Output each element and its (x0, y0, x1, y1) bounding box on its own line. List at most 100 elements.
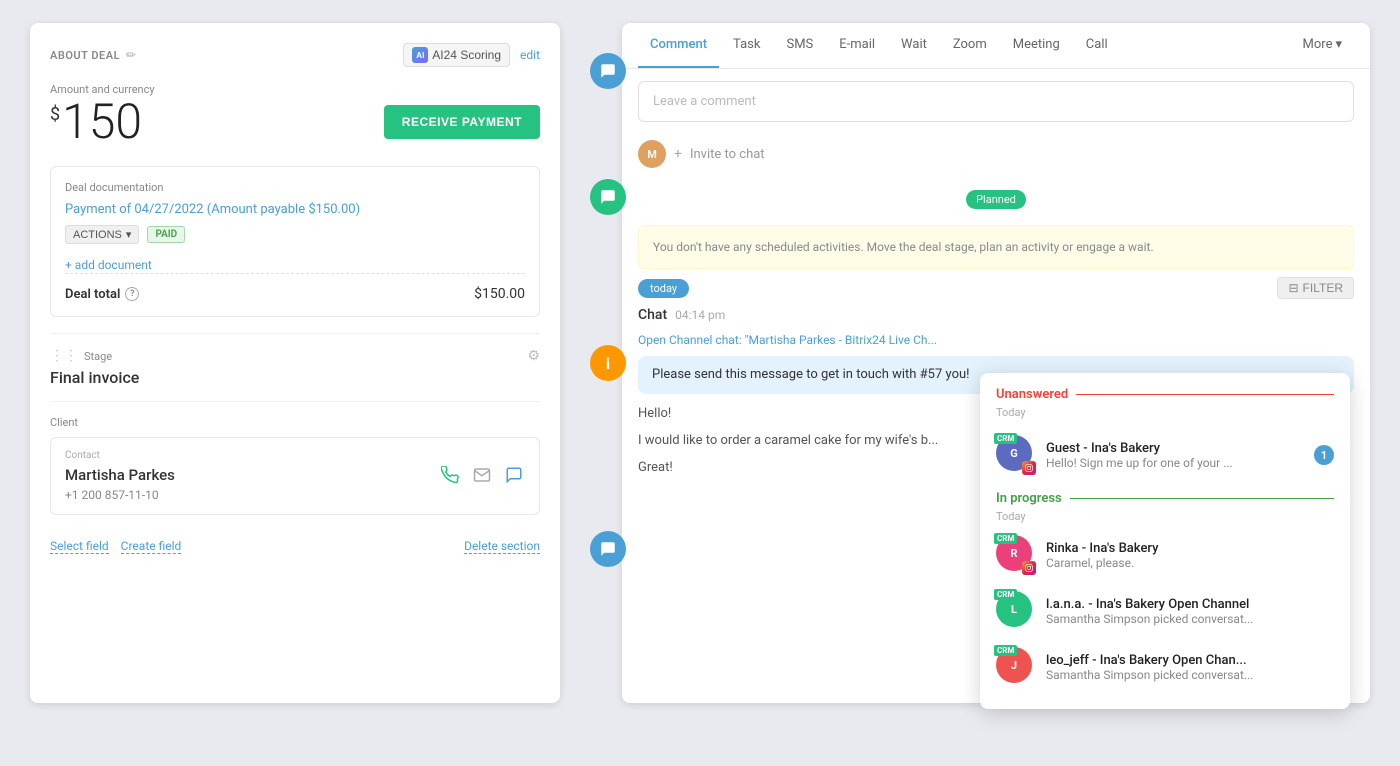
filter-icon: ⊟ (1288, 281, 1298, 295)
chat-list-preview: Hello! Sign me up for one of your ... (1046, 456, 1304, 470)
tab-more[interactable]: More ▾ (1291, 23, 1354, 68)
today-badge: today (638, 279, 689, 298)
amount-value: $ 150 (50, 98, 142, 146)
contact-row: Martisha Parkes (65, 464, 525, 486)
tab-call[interactable]: Call (1074, 23, 1120, 68)
bottom-actions: Select field Create field Delete section (50, 529, 540, 554)
ai-scoring-button[interactable]: AI AI24 Scoring (403, 43, 510, 67)
contact-card: Contact Martisha Parkes (50, 437, 540, 515)
actions-label: ACTIONS (73, 229, 122, 241)
comment-box[interactable]: Leave a comment (638, 81, 1354, 122)
chat-list-name: leo_jeff - Ina's Bakery Open Chan... (1046, 653, 1334, 668)
unanswered-divider (1076, 394, 1334, 395)
planned-badge: Planned (966, 190, 1026, 209)
chat-time: 04:14 pm (675, 308, 725, 322)
timeline-circle-chat-3 (590, 531, 626, 567)
stage-value: Final invoice (50, 368, 540, 387)
open-channel-link[interactable]: Open Channel chat: "Martisha Parkes - Bi… (638, 333, 937, 347)
contact-name: Martisha Parkes (65, 466, 175, 484)
list-item[interactable]: R CRM Rinka - Ina's Bakery Caramel, plea… (980, 527, 1350, 583)
actions-button[interactable]: ACTIONS ▾ (65, 225, 139, 244)
chat-list-content: Guest - Ina's Bakery Hello! Sign me up f… (1046, 441, 1304, 470)
chevron-down-icon: ▾ (126, 228, 132, 241)
filter-label: FILTER (1303, 281, 1343, 295)
mail-icon[interactable] (471, 464, 493, 486)
info-text: You don't have any scheduled activities.… (653, 240, 1154, 254)
payment-link[interactable]: Payment of 04/27/2022 (Amount payable $1… (65, 202, 525, 217)
contact-icons (439, 464, 525, 486)
create-field-link[interactable]: Create field (121, 539, 182, 554)
tab-task[interactable]: Task (721, 23, 772, 68)
amount-number: 150 (62, 98, 142, 146)
filter-button[interactable]: ⊟ FILTER (1277, 277, 1354, 299)
client-section: Client Contact Martisha Parkes (50, 401, 540, 515)
timeline-circle-chat-1 (590, 53, 626, 89)
ai-icon: AI (412, 47, 428, 63)
tab-zoom[interactable]: Zoom (941, 23, 999, 68)
stage-section: ⋮⋮ Stage ⚙ Final invoice (50, 333, 540, 387)
paid-badge: PAID (147, 226, 185, 243)
about-deal-label: ABOUT DEAL (50, 49, 120, 62)
deal-header: ABOUT DEAL ✏ AI AI24 Scoring edit (50, 43, 540, 67)
chat-list-preview: Samantha Simpson picked conversat... (1046, 612, 1334, 626)
stage-label: Stage (84, 350, 112, 363)
deal-total-value: $150.00 (474, 286, 525, 302)
timeline-circle-info: i (590, 345, 626, 381)
chat-list-content: Rinka - Ina's Bakery Caramel, please. (1046, 541, 1334, 570)
chat-icon[interactable] (503, 464, 525, 486)
chat-list-name: l.a.n.a. - Ina's Bakery Open Channel (1046, 597, 1334, 612)
timeline-column: i (590, 53, 626, 567)
select-field-link[interactable]: Select field (50, 539, 109, 554)
user-avatar: M (638, 140, 666, 168)
plus-icon: + (674, 146, 682, 162)
tab-email[interactable]: E-mail (827, 23, 887, 68)
tab-wait[interactable]: Wait (889, 23, 939, 68)
deal-doc-section: Deal documentation Payment of 04/27/2022… (50, 166, 540, 317)
chat-avatar-container: L CRM (996, 591, 1036, 631)
timeline-circle-chat-2 (590, 179, 626, 215)
list-item[interactable]: G CRM Guest - Ina's Bakery Hello! Sign m… (980, 427, 1350, 483)
add-document-link[interactable]: + add document (65, 258, 152, 272)
invite-text[interactable]: Invite to chat (690, 147, 765, 162)
chat-label: Chat (638, 307, 667, 323)
drag-icon: ⋮⋮ (50, 348, 78, 364)
receive-payment-button[interactable]: RECEIVE PAYMENT (384, 105, 540, 139)
delete-section-link[interactable]: Delete section (464, 539, 540, 554)
avatar-initial: J (1011, 659, 1017, 672)
inprogress-section: In progress Today (980, 491, 1350, 523)
chat-list-content: leo_jeff - Ina's Bakery Open Chan... Sam… (1046, 653, 1334, 682)
phone-icon[interactable] (439, 464, 461, 486)
crm-badge: CRM (994, 589, 1017, 600)
invite-row: M + Invite to chat (638, 134, 1354, 174)
unanswered-title-row: Unanswered (996, 387, 1334, 402)
info-box: You don't have any scheduled activities.… (638, 225, 1354, 269)
floating-panel-inner: Unanswered Today G CRM Guest - Ina (980, 373, 1350, 709)
chevron-down-icon: ▾ (1335, 37, 1342, 52)
list-item[interactable]: J CRM leo_jeff - Ina's Bakery Open Chan.… (980, 639, 1350, 695)
inprogress-divider (1070, 498, 1334, 499)
deal-total-label: Deal total ? (65, 287, 139, 302)
unanswered-today: Today (996, 406, 1334, 419)
inprogress-label: In progress (996, 491, 1062, 506)
doc-actions: ACTIONS ▾ PAID (65, 225, 525, 244)
deal-header-right: AI AI24 Scoring edit (403, 43, 540, 67)
chat-list-name: Guest - Ina's Bakery (1046, 441, 1304, 456)
chat-list-content: l.a.n.a. - Ina's Bakery Open Channel Sam… (1046, 597, 1334, 626)
inprogress-title-row: In progress (996, 491, 1334, 506)
planned-row: Planned (638, 182, 1354, 217)
gear-icon[interactable]: ⚙ (527, 348, 540, 364)
chat-avatar-container: G CRM (996, 435, 1036, 475)
left-panel: ABOUT DEAL ✏ AI AI24 Scoring edit Amount… (30, 23, 560, 703)
currency-sign: $ (50, 98, 60, 125)
today-row: today ⊟ FILTER (638, 277, 1354, 299)
inprogress-today: Today (996, 510, 1334, 523)
unanswered-section: Unanswered Today (980, 387, 1350, 419)
deal-doc-label: Deal documentation (65, 181, 525, 194)
tab-meeting[interactable]: Meeting (1001, 23, 1072, 68)
crm-badge: CRM (994, 533, 1017, 544)
tab-comment[interactable]: Comment (638, 23, 719, 68)
list-item[interactable]: L CRM l.a.n.a. - Ina's Bakery Open Chann… (980, 583, 1350, 639)
ai-scoring-label: AI24 Scoring (432, 48, 501, 62)
edit-link[interactable]: edit (520, 48, 540, 62)
tab-sms[interactable]: SMS (774, 23, 825, 68)
